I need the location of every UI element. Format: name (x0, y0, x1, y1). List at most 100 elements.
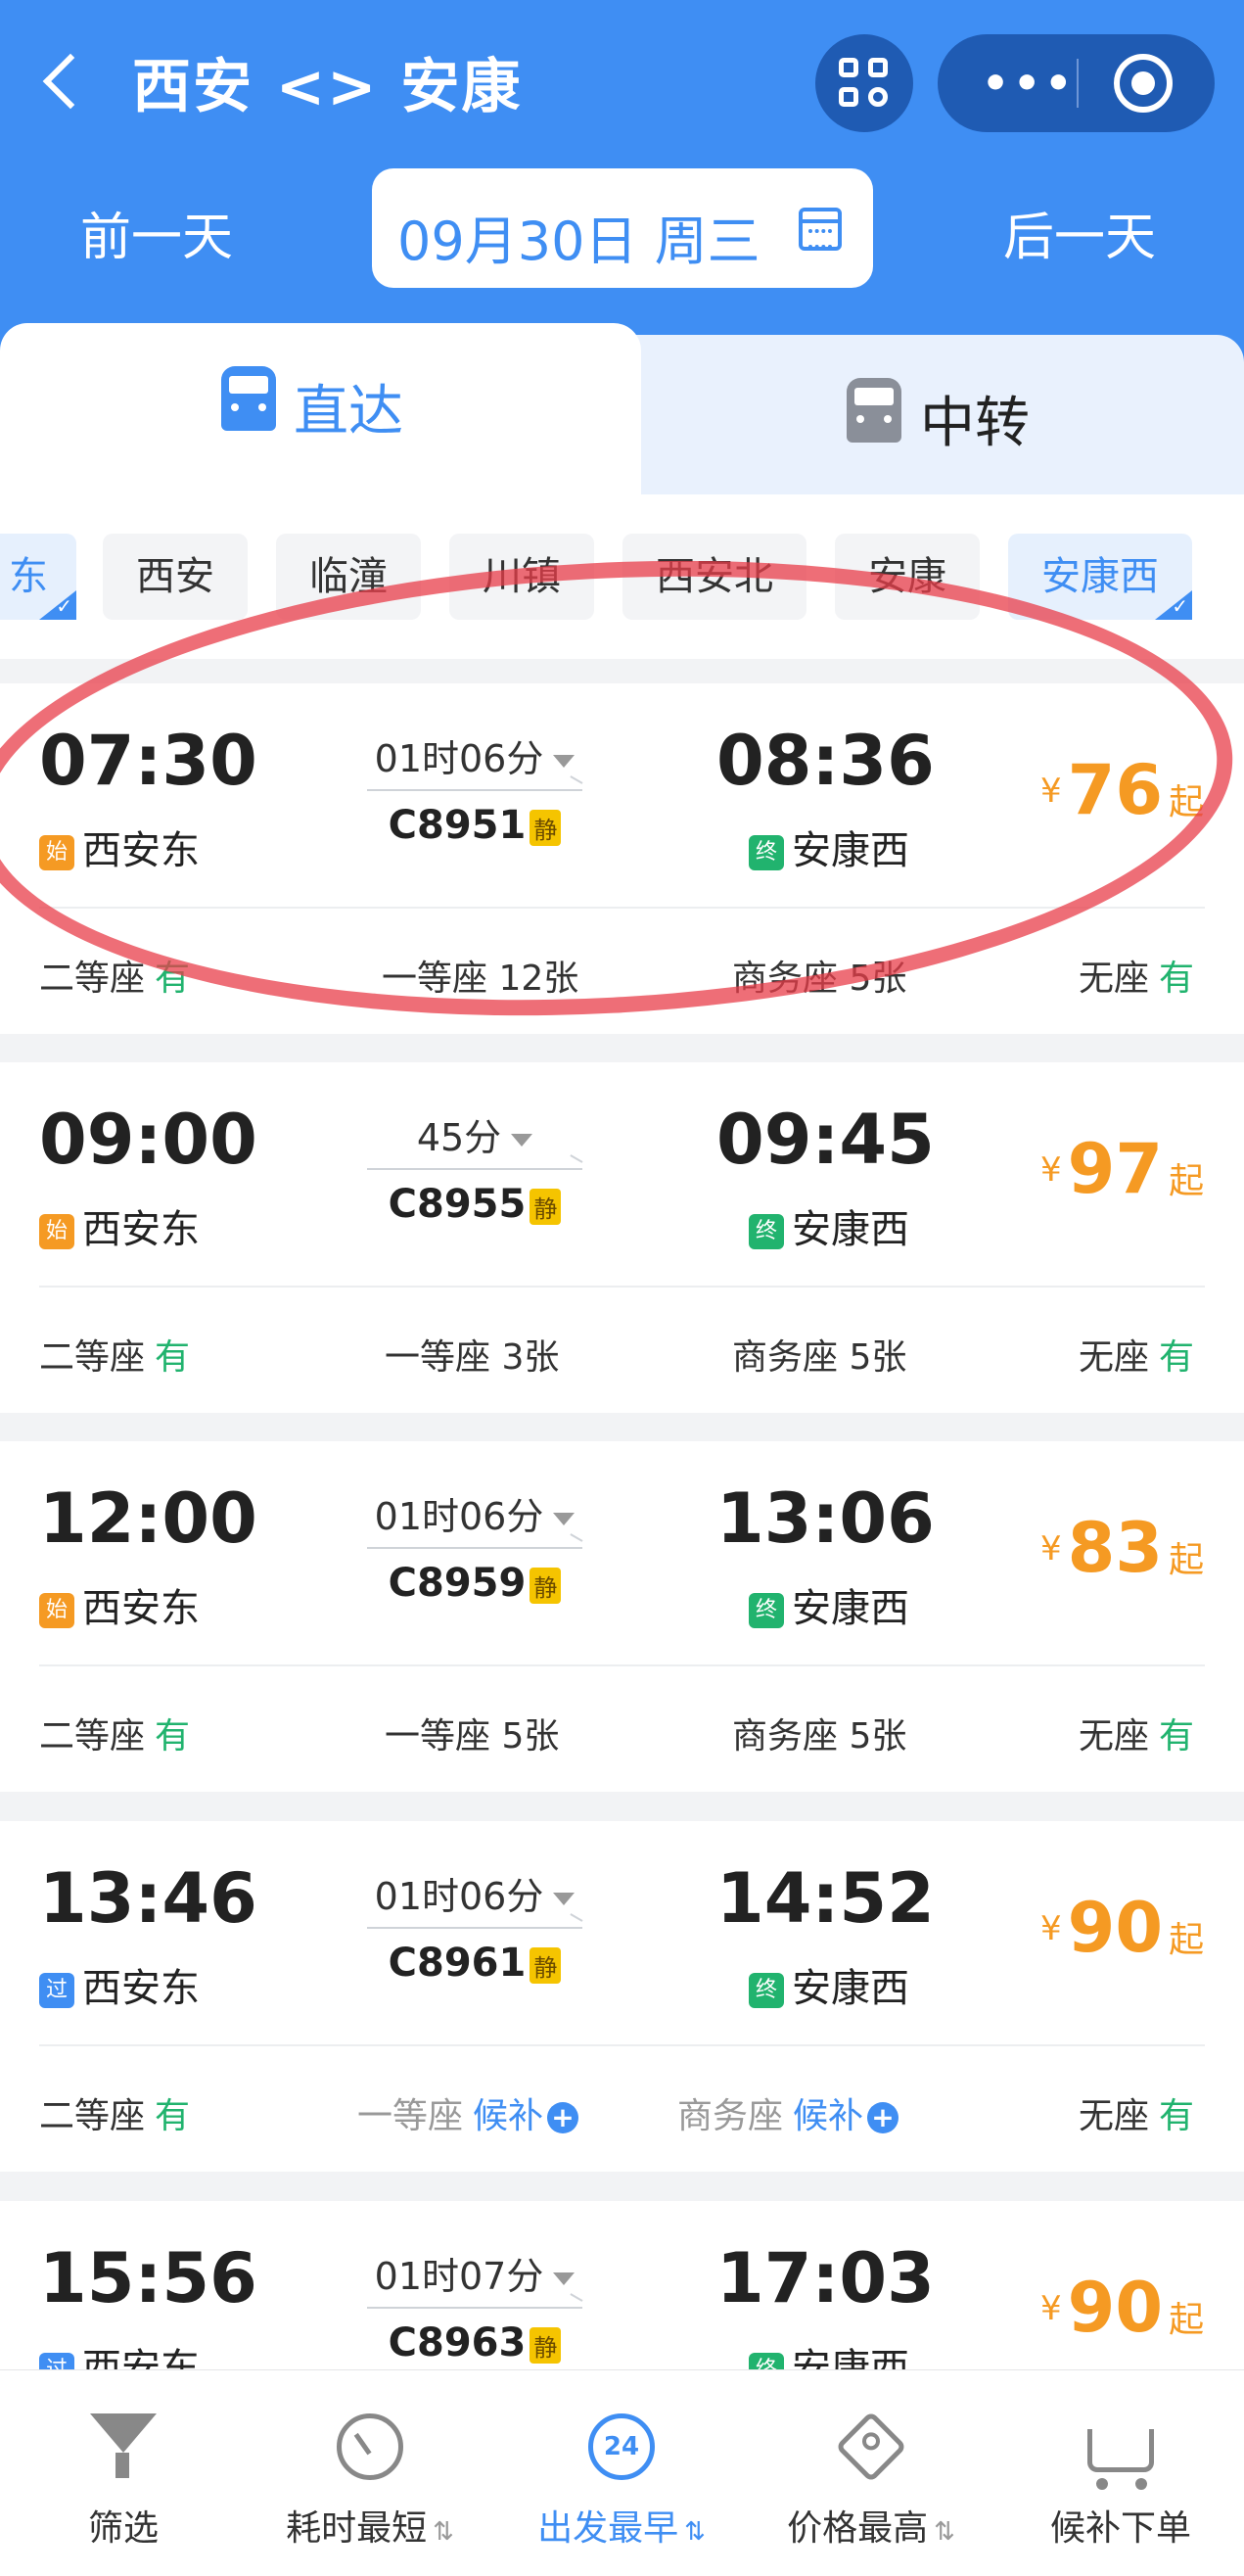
station-chip[interactable]: 安康西 (1008, 534, 1192, 620)
station-chip[interactable]: 西安北 (622, 534, 806, 620)
calendar-icon (799, 208, 842, 251)
station-chip[interactable]: 临潼 (276, 534, 421, 620)
duration-text: 01时06分 (374, 1875, 544, 1918)
seat-business-class: 商务座 5张 (732, 1329, 906, 1380)
filter-icon (90, 2413, 157, 2453)
waitlist-order-button[interactable]: 候补下单 (1023, 2370, 1219, 2576)
arrival-station: 终安康西 (749, 819, 909, 875)
seat-second-class: 二等座有 (39, 1329, 190, 1380)
station-chip[interactable]: 西安 (103, 534, 248, 620)
seat-second-class: 二等座有 (39, 2087, 190, 2138)
duration-text: 01时06分 (374, 1495, 544, 1538)
seat-label: 商务座 (732, 959, 839, 999)
arrival-station: 终安康西 (749, 1576, 909, 1633)
quiet-carriage-badge: 静 (530, 2326, 562, 2364)
ticket-price: ¥76 起 (1040, 750, 1204, 830)
trip-duration[interactable]: 01时07分 (367, 2246, 582, 2300)
train-number: C8955 静 (367, 1182, 582, 1227)
seat-label: 二等座 (39, 959, 146, 999)
arrival-station-name: 安康西 (792, 1586, 909, 1631)
train-number-text: C8959 (388, 1561, 527, 1606)
seat-label: 一等座 (385, 1716, 491, 1756)
nav-label-text: 出发最早 (537, 2508, 679, 2549)
terminal-badge: 终 (749, 1214, 784, 1249)
ticket-price: ¥90 起 (1040, 1888, 1204, 1968)
add-waitlist-icon[interactable]: + (867, 2102, 899, 2133)
seat-standing: 无座有 (1079, 1708, 1194, 1758)
card-divider (39, 1664, 1205, 1666)
currency-symbol: ¥ (1040, 772, 1062, 811)
train-number: C8961 静 (367, 1941, 582, 1986)
currency-symbol: ¥ (1040, 1909, 1062, 1948)
more-options-icon[interactable]: ••• (982, 59, 1076, 109)
train-icon (221, 366, 276, 431)
departure-station-name: 西安东 (82, 1207, 200, 1252)
nav-label: 筛选 (87, 2508, 159, 2549)
chevron-down-icon (553, 1513, 576, 1525)
ticket-price: ¥97 起 (1040, 1129, 1204, 1209)
chevron-down-icon (553, 2272, 576, 2285)
seat-first-class: 一等座 12张 (382, 950, 578, 1001)
nav-label: 价格最高 ⇅ (773, 2500, 969, 2551)
next-day-button[interactable]: 后一天 (1003, 196, 1156, 269)
filter-button[interactable]: 筛选 (25, 2370, 221, 2576)
route-type-tabs: 中转 直达 (0, 323, 1244, 494)
sort-earliest-departure[interactable]: 24 出发最早 ⇅ (524, 2370, 719, 2576)
station-chip[interactable]: 川镇 (449, 534, 594, 620)
arrival-station: 终安康西 (749, 1956, 909, 2013)
seat-label: 无座 (1079, 1716, 1150, 1756)
departure-time: 15:56 (39, 2238, 257, 2318)
date-picker[interactable]: 09月30日 周三 (372, 168, 873, 288)
train-card[interactable]: 09:00 45分 C8955 静 09:45 始西安东 终安康西 ¥97 起 二等… (0, 1062, 1244, 1413)
seat-availability: 有 (1159, 2096, 1195, 2136)
sort-indicator-icon: ⇅ (684, 2517, 706, 2547)
seat-label: 无座 (1079, 959, 1150, 999)
station-chip[interactable]: 安康 (835, 534, 980, 620)
quiet-carriage-badge: 静 (530, 809, 562, 846)
trip-duration[interactable]: 01时06分 (367, 1866, 582, 1920)
nav-label: 耗时最短 ⇅ (272, 2500, 468, 2551)
seat-label: 商务座 (677, 2096, 784, 2136)
ticket-price: ¥83 起 (1040, 1508, 1204, 1588)
station-chip[interactable]: 东 (0, 534, 76, 620)
tab-transfer-label: 中转 (920, 392, 1030, 455)
card-divider (39, 2044, 1205, 2046)
trip-duration[interactable]: 01时06分 (367, 1486, 582, 1540)
arrival-station: 终安康西 (749, 1197, 909, 1254)
currency-symbol: ¥ (1040, 2289, 1062, 2328)
train-number-text: C8955 (388, 1182, 527, 1227)
24h-icon: 24 (588, 2413, 655, 2480)
close-miniapp-icon[interactable] (1114, 54, 1173, 113)
sort-shortest-duration[interactable]: 耗时最短 ⇅ (272, 2370, 468, 2576)
arrival-time: 14:52 (716, 1858, 935, 1939)
add-waitlist-icon[interactable]: + (547, 2102, 579, 2133)
terminal-badge: 终 (749, 1593, 784, 1628)
train-card[interactable]: 15:56 01时07分 C8963静 17:03 过西安东 终安康西 ¥90起 (0, 2201, 1244, 2369)
trip-duration[interactable]: 01时06分 (367, 728, 582, 782)
departure-station: 始西安东 (39, 1576, 200, 1633)
tab-direct[interactable]: 直达 (0, 323, 641, 494)
sort-highest-price[interactable]: 价格最高 ⇅ (773, 2370, 969, 2576)
seat-first-class-waitlist[interactable]: 一等座 候补 + (357, 2087, 579, 2138)
seat-label: 一等座 (385, 1337, 491, 1378)
train-card[interactable]: 13:46 01时06分 C8961 静 14:52 过西安东 终安康西 ¥90 起… (0, 1821, 1244, 2172)
arrival-station: 终安康西 (749, 2336, 909, 2369)
back-arrow-icon[interactable] (39, 44, 88, 113)
departure-time: 07:30 (39, 721, 257, 801)
scan-qr-button[interactable] (815, 34, 913, 132)
tab-transfer[interactable]: 中转 (626, 335, 1244, 494)
seat-business-class-waitlist[interactable]: 商务座 候补 + (677, 2087, 899, 2138)
bottom-sort-bar: 筛选 耗时最短 ⇅ 24 出发最早 ⇅ 价格最高 ⇅ 候补下单 (0, 2369, 1244, 2576)
prev-day-button[interactable]: 前一天 (80, 196, 233, 269)
qr-icon-part (839, 87, 858, 107)
trip-duration[interactable]: 45分 (367, 1107, 582, 1161)
train-number-text: C8963 (388, 2320, 527, 2365)
train-card[interactable]: 12:00 01时06分 C8959 静 13:06 始西安东 终安康西 ¥83 起… (0, 1441, 1244, 1792)
departure-station-name: 西安东 (82, 828, 200, 873)
seat-availability: 5张 (849, 1716, 907, 1756)
nav-label: 出发最早 ⇅ (524, 2500, 719, 2551)
train-card[interactable]: 07:30 01时06分 C8951 静 08:36 始西安东 终安康西 ¥76 起… (0, 683, 1244, 1034)
filter-icon-stem (115, 2453, 129, 2478)
currency-symbol: ¥ (1040, 1529, 1062, 1569)
train-number: C8963 静 (367, 2320, 582, 2365)
